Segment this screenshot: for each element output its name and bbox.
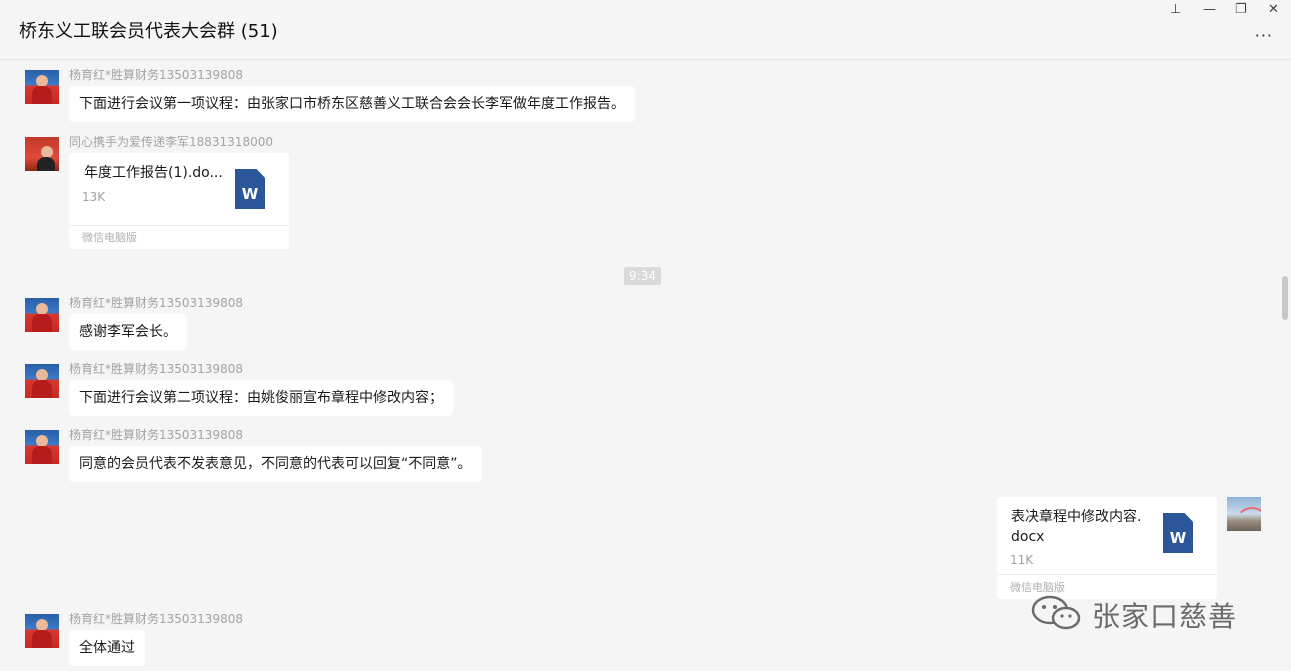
scrollbar-thumb[interactable] [1282, 276, 1288, 320]
sender-name: 杨育红*胜算财务13503139808 [69, 296, 243, 310]
message-bubble[interactable]: 下面进行会议第二项议程：由姚俊丽宣布章程中修改内容； [69, 380, 453, 416]
file-source-label: 微信电脑版 [82, 231, 137, 244]
sender-avatar[interactable] [25, 298, 59, 332]
word-doc-icon: W [1163, 513, 1193, 553]
sender-avatar[interactable] [25, 70, 59, 104]
file-attachment[interactable]: 年度工作报告(1).do... 13K W 微信电脑版 [69, 153, 289, 249]
close-icon[interactable]: ✕ [1268, 2, 1279, 17]
sender-avatar[interactable] [25, 614, 59, 648]
file-name-line1: 表决章程中修改内容. [1011, 509, 1142, 525]
self-avatar[interactable] [1227, 497, 1261, 531]
more-options-icon[interactable]: ··· [1255, 26, 1273, 45]
file-size: 13K [82, 190, 106, 204]
sender-avatar[interactable] [25, 430, 59, 464]
chat-header: 桥东义工联会员代表大会群 (51) ⊥ — ❐ ✕ ··· [0, 0, 1291, 60]
divider [997, 574, 1217, 575]
chat-title: 桥东义工联会员代表大会群 (51) [19, 21, 278, 42]
file-attachment[interactable]: 表决章程中修改内容. docx 11K W 微信电脑版 [997, 497, 1217, 599]
message-bubble[interactable]: 同意的会员代表不发表意见，不同意的代表可以回复“不同意”。 [69, 446, 482, 482]
message-bubble[interactable]: 感谢李军会长。 [69, 314, 187, 350]
divider [69, 225, 289, 226]
minimize-icon[interactable]: — [1203, 2, 1216, 17]
sender-avatar[interactable] [25, 364, 59, 398]
file-name: 年度工作报告(1).do... [84, 165, 223, 181]
sender-name: 杨育红*胜算财务13503139808 [69, 612, 243, 626]
sender-name: 杨育红*胜算财务13503139808 [69, 68, 243, 82]
sender-name: 杨育红*胜算财务13503139808 [69, 428, 243, 442]
file-name-line2: docx [1011, 529, 1045, 545]
file-size: 11K [1010, 553, 1034, 567]
pin-icon[interactable]: ⊥ [1170, 2, 1181, 17]
sender-name: 杨育红*胜算财务13503139808 [69, 362, 243, 376]
message-bubble[interactable]: 全体通过 [69, 630, 145, 666]
sender-name: 同心携手为爱传递李军18831318000 [69, 135, 273, 149]
message-bubble[interactable]: 下面进行会议第一项议程：由张家口市桥东区慈善义工联合会会长李军做年度工作报告。 [69, 86, 635, 122]
sender-avatar[interactable] [25, 137, 59, 171]
restore-icon[interactable]: ❐ [1235, 2, 1247, 17]
time-divider: 9:34 [624, 267, 661, 285]
wechat-logo-icon [1031, 595, 1081, 630]
watermark-text: 张家口慈善 [1092, 600, 1238, 633]
word-doc-icon: W [235, 169, 265, 209]
